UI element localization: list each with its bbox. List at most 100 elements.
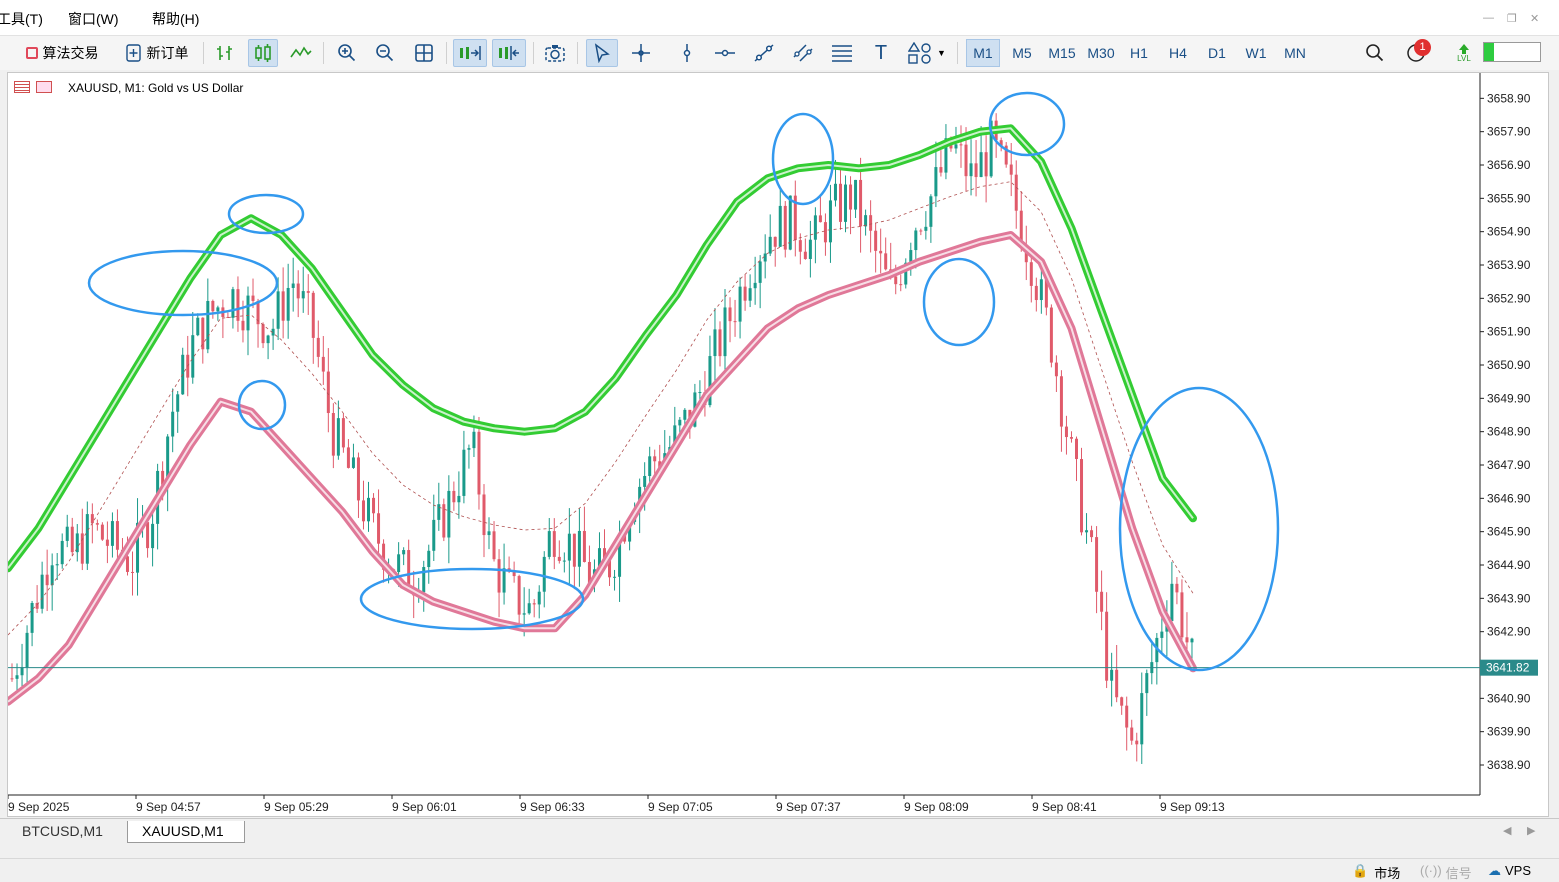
candle-body: [1120, 697, 1124, 706]
auto-scroll-button[interactable]: [453, 39, 487, 67]
tf-m15[interactable]: M15: [1044, 39, 1080, 67]
candle-body: [1160, 631, 1164, 638]
candle-body: [582, 530, 586, 562]
candle-body: [356, 457, 360, 501]
candle-body: [50, 565, 54, 586]
chart-shift-button[interactable]: [492, 39, 526, 67]
crosshair-button[interactable]: [626, 39, 656, 67]
zoom-out-button[interactable]: [370, 39, 400, 67]
signal-icon: ((·)): [1420, 863, 1442, 878]
candle-body: [346, 447, 350, 468]
candle-body: [808, 239, 812, 259]
candle-body: [532, 603, 536, 605]
line-chart-button[interactable]: [286, 39, 316, 67]
vertical-line-button[interactable]: [672, 39, 702, 67]
candle-body: [969, 163, 973, 177]
candle-body: [472, 431, 476, 449]
minimize-icon[interactable]: —: [1483, 12, 1494, 24]
level-button[interactable]: LVL: [1450, 39, 1478, 67]
candle-body: [367, 497, 371, 522]
algo-trading-label: 算法交易: [42, 45, 99, 61]
new-order-button[interactable]: 新订单: [118, 39, 196, 67]
candle-body: [55, 564, 59, 566]
menu-window[interactable]: 窗口(W): [68, 9, 119, 29]
candle-body: [1170, 583, 1174, 621]
candle-body: [211, 300, 215, 312]
restore-icon[interactable]: ❐: [1507, 12, 1517, 25]
tf-w1[interactable]: W1: [1239, 39, 1273, 67]
line-chart-icon: [290, 46, 312, 58]
vps-status[interactable]: ☁ VPS: [1488, 863, 1531, 879]
candle-body: [20, 667, 24, 676]
horizontal-line-button[interactable]: [710, 39, 740, 67]
zoom-in-button[interactable]: [332, 39, 362, 67]
trendline-button[interactable]: [749, 39, 779, 67]
screenshot-button[interactable]: [540, 39, 570, 67]
candle-body: [1090, 530, 1094, 538]
algo-trading-button[interactable]: 算法交易: [14, 39, 110, 67]
price-chart[interactable]: 3658.90 3657.90 3656.90 3655.90 3654.90 3653.…: [8, 73, 1548, 816]
signals-status[interactable]: ((·)) 信号: [1420, 863, 1472, 882]
candle-body: [572, 533, 576, 567]
candle-body: [482, 494, 486, 536]
tf-h4[interactable]: H4: [1161, 39, 1195, 67]
tf-m5[interactable]: M5: [1005, 39, 1039, 67]
tab-xauusd[interactable]: XAUUSD,M1: [127, 821, 245, 843]
tf-m1[interactable]: M1: [966, 39, 1000, 67]
fibonacci-button[interactable]: [827, 39, 857, 67]
price-label: 3638.90: [1487, 758, 1531, 772]
candle-body: [542, 556, 546, 592]
candle-body: [301, 291, 305, 299]
cursor-button[interactable]: [586, 39, 618, 67]
tf-d1[interactable]: D1: [1200, 39, 1234, 67]
horizontal-line-icon: [715, 49, 735, 57]
candle-body: [281, 291, 285, 321]
tf-h1[interactable]: H1: [1122, 39, 1156, 67]
candle-body: [492, 531, 496, 560]
tab-btcusd[interactable]: BTCUSD,M1: [8, 821, 117, 843]
bar-chart-button[interactable]: [210, 39, 240, 67]
close-icon[interactable]: ✕: [1530, 12, 1539, 25]
search-button[interactable]: [1360, 39, 1390, 67]
candle-body: [336, 418, 340, 456]
candle-body: [397, 554, 401, 573]
candle-body: [1140, 693, 1144, 745]
candle-body: [286, 287, 290, 321]
candle-body: [1135, 740, 1139, 745]
chart-window[interactable]: XAUUSD, M1: Gold vs US Dollar 3658.90 365…: [7, 72, 1549, 817]
tf-m30[interactable]: M30: [1083, 39, 1119, 67]
candle-body: [823, 222, 827, 243]
candle-body: [45, 574, 49, 586]
candle-body: [40, 574, 44, 609]
candlestick-button[interactable]: [248, 39, 278, 67]
candle-body: [653, 456, 657, 462]
tf-mn[interactable]: MN: [1278, 39, 1312, 67]
market-status[interactable]: 🔒 市场: [1352, 863, 1400, 882]
candle-body: [783, 205, 787, 250]
candle-body: [115, 521, 119, 550]
chart-tab-bar: BTCUSD,M1 XAUUSD,M1 ◀ ▶: [0, 818, 1559, 844]
candle-body: [251, 295, 255, 301]
candle-body: [643, 475, 647, 487]
candle-body: [974, 163, 978, 178]
shapes-button[interactable]: ▼: [904, 39, 950, 67]
scroll-right-icon[interactable]: ▶: [1527, 824, 1535, 837]
menu-tools[interactable]: 工具(T): [0, 9, 43, 29]
menu-help[interactable]: 帮助(H): [152, 9, 199, 29]
text-tool-icon[interactable]: T: [866, 39, 896, 67]
candle-body: [552, 531, 556, 557]
lower-band-line: [8, 231, 1197, 706]
scroll-left-icon[interactable]: ◀: [1503, 824, 1511, 837]
candle-body: [1064, 426, 1068, 438]
candle-body: [296, 283, 300, 299]
algo-trading-icon: [25, 47, 38, 59]
candle-body: [798, 240, 802, 252]
time-label: 9 Sep 05:29: [264, 800, 329, 814]
candle-body: [733, 321, 737, 323]
tile-windows-button[interactable]: [409, 39, 439, 67]
candle-body: [80, 533, 84, 564]
notifications-button[interactable]: 1: [1400, 39, 1434, 67]
candle-body: [773, 236, 777, 247]
channel-button[interactable]: [788, 39, 818, 67]
candle-body: [1085, 530, 1089, 533]
